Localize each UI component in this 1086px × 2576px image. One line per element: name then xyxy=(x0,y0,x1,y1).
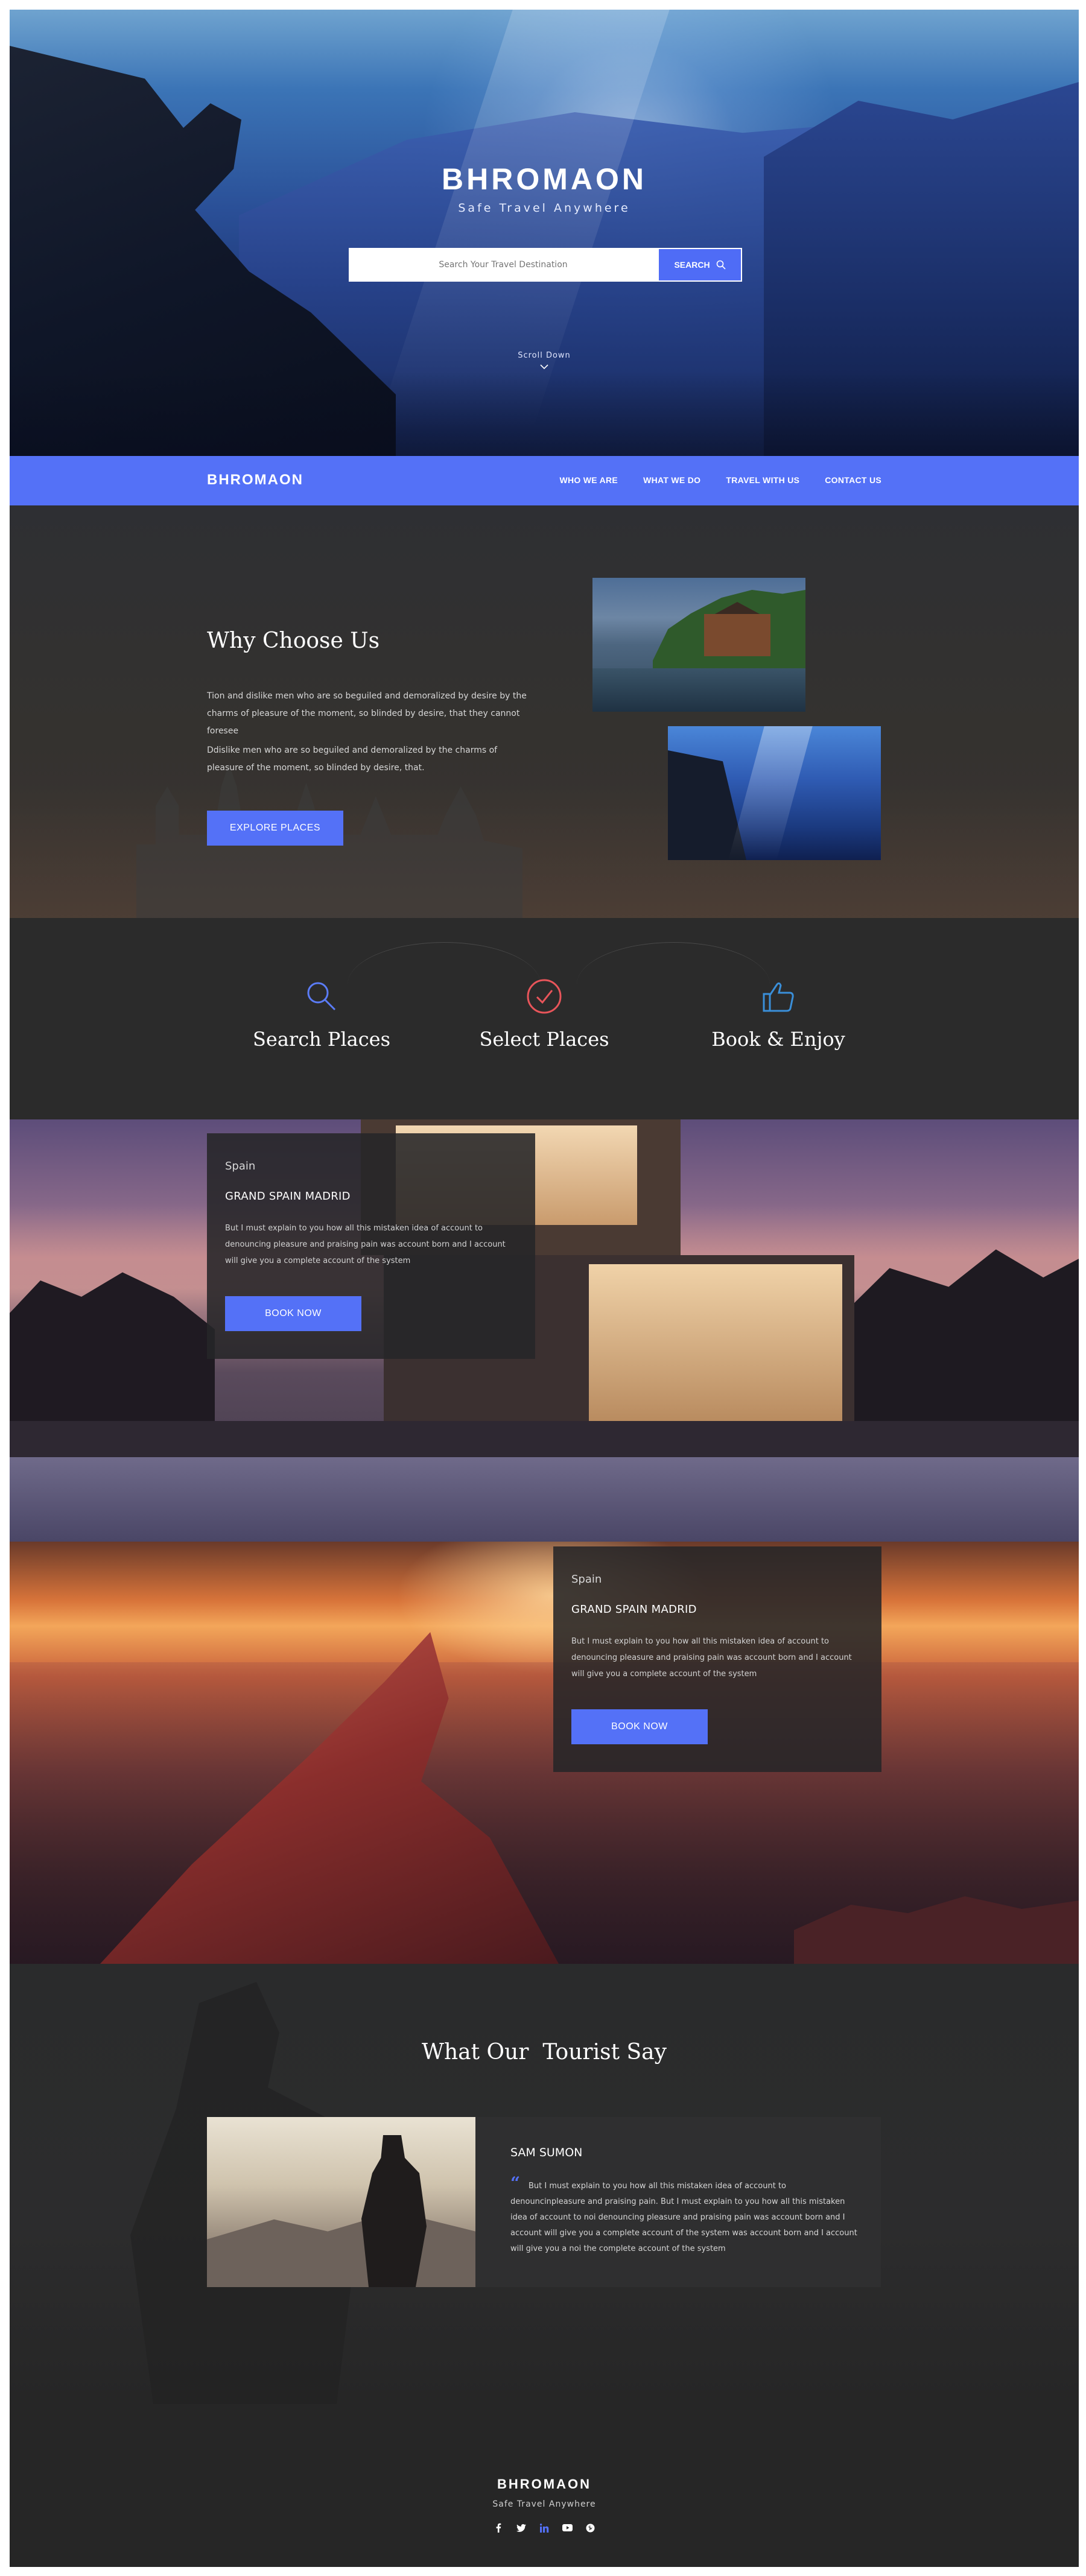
why-choose-us-section: Why Choose Us Tion and dislike men who a… xyxy=(10,505,1079,918)
tourist-photo xyxy=(207,2117,475,2287)
book-now-button[interactable]: BOOK NOW xyxy=(225,1296,361,1331)
book-now-button[interactable]: BOOK NOW xyxy=(571,1709,708,1744)
destination-card: Spain GRAND SPAIN MADRID But I must expl… xyxy=(553,1546,881,1772)
feature-label: Select Places xyxy=(479,1028,609,1051)
why-title: Why Choose Us xyxy=(207,628,380,653)
hero-tagline: Safe Travel Anywhere xyxy=(458,201,630,215)
search-input[interactable] xyxy=(349,248,658,282)
hero-brand-title: BHROMAON xyxy=(442,162,647,196)
lake-water xyxy=(592,668,805,712)
chevron-down-icon[interactable] xyxy=(539,363,549,370)
search-button[interactable]: SEARCH xyxy=(658,248,742,282)
card-title: GRAND SPAIN MADRID xyxy=(571,1603,697,1616)
feature-book-enjoy: Book & Enjoy xyxy=(682,977,875,1051)
pinterest-icon[interactable] xyxy=(585,2522,595,2533)
youtube-icon[interactable] xyxy=(562,2522,573,2533)
twitter-icon[interactable] xyxy=(516,2522,527,2533)
search-icon xyxy=(307,982,336,1011)
search-button-label: SEARCH xyxy=(674,260,710,270)
why-paragraph-1: Tion and dislike men who are so beguiled… xyxy=(207,691,527,736)
destination-coast-section xyxy=(10,1542,1079,1964)
lake-cabin-photo xyxy=(592,578,805,712)
card-title: GRAND SPAIN MADRID xyxy=(225,1190,351,1203)
feature-label: Book & Enjoy xyxy=(711,1028,845,1051)
photo-hills xyxy=(207,2211,475,2287)
pool-water xyxy=(10,1457,1079,1542)
social-links xyxy=(10,2522,1079,2533)
feature-select-places: Select Places xyxy=(448,977,641,1051)
card-description: But I must explain to you how all this m… xyxy=(225,1224,506,1265)
footer-brand[interactable]: BHROMAON xyxy=(10,2476,1079,2492)
tourist-name: SAM SUMON xyxy=(510,2146,583,2159)
nav-link-what-we-do[interactable]: WHAT WE DO xyxy=(643,475,700,485)
linkedin-icon[interactable] xyxy=(539,2522,550,2533)
villa-lower-window xyxy=(589,1264,842,1427)
hero-search-bar: SEARCH xyxy=(349,248,742,282)
check-circle-icon xyxy=(527,979,562,1014)
explore-places-button[interactable]: EXPLORE PLACES xyxy=(207,811,343,846)
why-paragraph-2: Ddislike men who are so beguiled and dem… xyxy=(207,745,498,773)
destination-card: Spain GRAND SPAIN MADRID But I must expl… xyxy=(207,1133,535,1359)
facebook-icon[interactable] xyxy=(493,2522,504,2533)
scroll-down-link[interactable]: Scroll Down xyxy=(10,351,1079,360)
nav-link-who-we-are[interactable]: WHO WE ARE xyxy=(559,475,618,485)
testimonial-quote: But I must explain to you how all this m… xyxy=(510,2182,857,2253)
page: BHROMAON Safe Travel Anywhere SEARCH Scr… xyxy=(10,10,1079,2567)
nav-link-travel-with-us[interactable]: TRAVEL WITH US xyxy=(726,475,799,485)
testimonial-section: What Our Tourist Say SAM SUMON “ But I m… xyxy=(10,1964,1079,2404)
nav-link-contact-us[interactable]: CONTACT US xyxy=(825,475,881,485)
cabin xyxy=(704,614,770,656)
thumbs-up-icon xyxy=(763,982,794,1012)
footer-tagline: Safe Travel Anywhere xyxy=(492,2499,596,2509)
valley-light-beam xyxy=(728,726,813,860)
main-navbar: BHROMAON WHO WE ARE WHAT WE DO TRAVEL WI… xyxy=(10,456,1079,505)
card-country: Spain xyxy=(225,1160,256,1172)
features-section: Search Places Select Places Book & Enjoy xyxy=(10,918,1079,1119)
card-description: But I must explain to you how all this m… xyxy=(571,1637,852,1679)
valley-photo xyxy=(668,726,881,860)
card-country: Spain xyxy=(571,1573,602,1586)
testimonial-card: SAM SUMON “ But I must explain to you ho… xyxy=(207,2117,881,2287)
tourist-silhouette xyxy=(361,2135,427,2287)
nav-links: WHO WE ARE WHAT WE DO TRAVEL WITH US CON… xyxy=(559,475,881,485)
nav-logo[interactable]: BHROMAON xyxy=(207,472,303,489)
search-icon xyxy=(716,260,726,270)
feature-label: Search Places xyxy=(252,1028,391,1051)
testimonial-title: What Our Tourist Say xyxy=(421,2040,667,2065)
hero-shade xyxy=(10,372,1079,456)
destination-hotel-section xyxy=(10,1119,1079,1542)
feature-search-places: Search Places xyxy=(225,977,418,1051)
hero-section: BHROMAON Safe Travel Anywhere SEARCH Scr… xyxy=(10,10,1079,456)
footer: BHROMAON Safe Travel Anywhere xyxy=(10,2404,1079,2567)
